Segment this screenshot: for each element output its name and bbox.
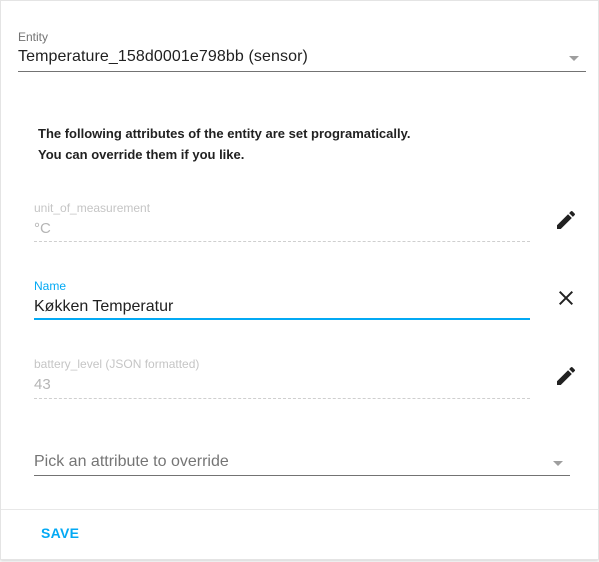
save-button[interactable]: SAVE [31, 519, 89, 547]
footer-divider [1, 509, 598, 510]
pick-attribute-underline [34, 475, 570, 476]
notice-line-2: You can override them if you like. [38, 147, 245, 162]
name-label: Name [34, 279, 67, 293]
name-input[interactable] [34, 297, 529, 317]
entity-value[interactable]: Temperature_158d0001e798bb (sensor) [18, 48, 308, 66]
notice-line-1: The following attributes of the entity a… [38, 126, 411, 141]
customize-entity-card: Entity Temperature_158d0001e798bb (senso… [0, 0, 599, 560]
attribute-label: unit_of_measurement [34, 201, 151, 215]
attribute-underline [34, 398, 530, 399]
entity-label: Entity [18, 30, 49, 44]
close-icon[interactable] [554, 286, 578, 310]
pick-attribute-placeholder[interactable]: Pick an attribute to override [34, 453, 229, 471]
chevron-down-icon[interactable] [553, 461, 563, 466]
entity-underline [18, 71, 586, 72]
attribute-label: battery_level (JSON formatted) [34, 357, 200, 371]
chevron-down-icon[interactable] [569, 56, 579, 61]
attribute-value: °C [34, 220, 51, 237]
pencil-icon[interactable] [554, 208, 578, 232]
programmatic-notice: The following attributes of the entity a… [38, 123, 411, 165]
attribute-value: 43 [34, 376, 51, 393]
name-underline-focused [34, 318, 530, 320]
attribute-underline [34, 241, 530, 242]
pencil-icon[interactable] [554, 364, 578, 388]
